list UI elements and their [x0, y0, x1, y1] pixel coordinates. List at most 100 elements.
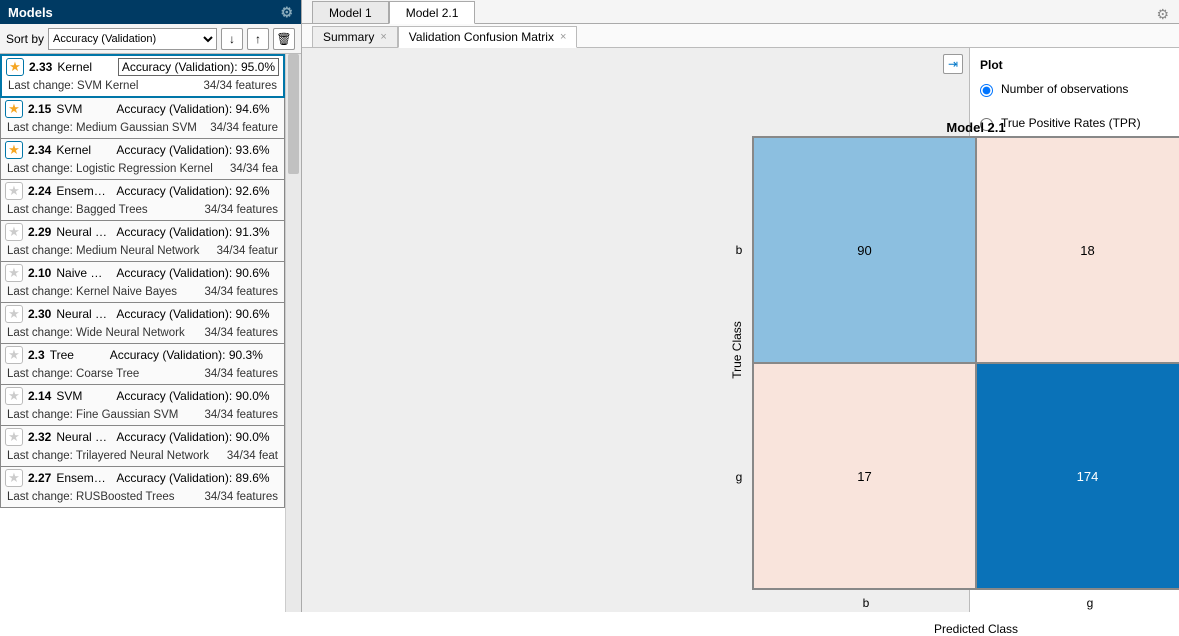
x-axis-label: Predicted Class — [752, 622, 1179, 636]
delete-button[interactable]: 🗑 — [273, 28, 295, 50]
model-item[interactable]: ★2.34KernelAccuracy (Validation): 93.6%L… — [0, 139, 285, 180]
chart-area: ⇥ Model 2.1 90 18 17 174 True Class Pred… — [302, 48, 969, 612]
model-id: 2.27 — [28, 471, 51, 485]
cm-cell-g-g: 174 — [976, 363, 1179, 589]
model-name: Ensem… — [56, 471, 111, 485]
model-accuracy: Accuracy (Validation): 91.3% — [116, 225, 280, 239]
model-name: SVM — [56, 102, 111, 116]
tab-model-2-1[interactable]: Model 2.1 — [389, 1, 476, 24]
model-features: 34/34 feat — [227, 450, 278, 462]
model-item[interactable]: ★2.30Neural …Accuracy (Validation): 90.6… — [0, 303, 285, 344]
confusion-matrix: 90 18 17 174 — [752, 136, 1179, 590]
model-name: Naive … — [56, 266, 111, 280]
cm-cell-b-b: 90 — [753, 137, 976, 363]
model-item[interactable]: ★2.14SVMAccuracy (Validation): 90.0%Last… — [0, 385, 285, 426]
model-features: 34/34 features — [204, 327, 278, 339]
model-features: 34/34 features — [204, 204, 278, 216]
model-id: 2.30 — [28, 307, 51, 321]
y-axis-label: True Class — [730, 321, 744, 379]
sidebar-header: Models ⚙ — [0, 0, 301, 24]
close-icon[interactable]: × — [380, 31, 386, 43]
star-icon[interactable]: ★ — [5, 182, 23, 200]
model-accuracy: Accuracy (Validation): 89.6% — [116, 471, 280, 485]
model-item[interactable]: ★2.33KernelAccuracy (Validation): 95.0%L… — [0, 54, 285, 98]
model-accuracy: Accuracy (Validation): 92.6% — [116, 184, 280, 198]
model-item[interactable]: ★ 2.27 Ensem… Accuracy (Validation): 89.6% L… — [0, 467, 285, 508]
star-icon[interactable]: ★ — [5, 346, 23, 364]
model-accuracy: Accuracy (Validation): 90.6% — [116, 307, 280, 321]
star-icon[interactable]: ★ — [6, 58, 24, 76]
gear-icon[interactable]: ⚙ — [1156, 6, 1169, 23]
model-item[interactable]: ★ 2.15 SVM Accuracy (Validation): 94.6% Last… — [0, 98, 285, 139]
sort-desc-button[interactable]: ↓ — [221, 28, 243, 50]
model-features: 34/34 features — [204, 286, 278, 298]
model-last-change: Last change: RUSBoosted Trees — [7, 491, 198, 503]
model-id: 2.33 — [29, 60, 52, 74]
model-features: 34/34 features — [203, 80, 277, 92]
star-icon[interactable]: ★ — [5, 469, 23, 487]
star-icon[interactable]: ★ — [5, 305, 23, 323]
model-last-change: Last change: Logistic Regression Kernel — [7, 163, 224, 175]
model-id: 2.29 — [28, 225, 51, 239]
scrollbar[interactable] — [285, 54, 301, 612]
model-features: 34/34 fea — [230, 163, 278, 175]
model-item[interactable]: ★2.24Ensem…Accuracy (Validation): 92.6%L… — [0, 180, 285, 221]
tab-model-1[interactable]: Model 1 — [312, 1, 389, 24]
cm-cell-b-g: 18 — [976, 137, 1179, 363]
model-item[interactable]: ★2.29Neural …Accuracy (Validation): 91.3… — [0, 221, 285, 262]
model-id: 2.24 — [28, 184, 51, 198]
model-id: 2.32 — [28, 430, 51, 444]
sort-label: Sort by — [6, 32, 44, 46]
model-last-change: Last change: Fine Gaussian SVM — [7, 409, 198, 421]
star-icon[interactable]: ★ — [5, 264, 23, 282]
model-id: 2.14 — [28, 389, 51, 403]
model-id: 2.10 — [28, 266, 51, 280]
model-accuracy: Accuracy (Validation): 90.3% — [110, 348, 280, 362]
model-id: 2.34 — [28, 143, 51, 157]
view-tabs: Summary× Validation Confusion Matrix× — [302, 24, 1179, 48]
model-id: 2.3 — [28, 348, 45, 362]
model-features: 34/34 features — [204, 368, 278, 380]
star-icon[interactable]: ★ — [5, 141, 23, 159]
model-id: 2.15 — [28, 102, 51, 116]
model-features: 34/34 features — [204, 409, 278, 421]
sort-asc-button[interactable]: ↑ — [247, 28, 269, 50]
chart-title: Model 2.1 — [752, 108, 1179, 135]
model-accuracy: Accuracy (Validation): 94.6% — [116, 102, 280, 116]
tab-summary[interactable]: Summary× — [312, 26, 398, 48]
model-last-change: Last change: Coarse Tree — [7, 368, 198, 380]
close-icon[interactable]: × — [560, 31, 566, 43]
sidebar-toolbar: Sort by Accuracy (Validation) ↓ ↑ 🗑 — [0, 24, 301, 54]
model-item[interactable]: ★2.32Neural …Accuracy (Validation): 90.0… — [0, 426, 285, 467]
star-icon[interactable]: ★ — [5, 428, 23, 446]
model-list: ★2.33KernelAccuracy (Validation): 95.0%L… — [0, 54, 301, 612]
content-area: ⇥ Model 2.1 90 18 17 174 True Class Pred… — [302, 48, 1179, 612]
star-icon[interactable]: ★ — [5, 100, 23, 118]
model-features: 34/34 features — [204, 491, 278, 503]
gear-icon[interactable]: ⚙ — [280, 4, 293, 21]
model-features: 34/34 feature — [210, 122, 278, 134]
model-name: Kernel — [56, 143, 111, 157]
main-area: Model 1 Model 2.1 ⚙ Summary× Validation … — [302, 0, 1179, 612]
model-item[interactable]: ★ 2.3 Tree Accuracy (Validation): 90.3% Last… — [0, 344, 285, 385]
sort-select[interactable]: Accuracy (Validation) — [48, 28, 217, 50]
cm-cell-g-b: 17 — [753, 363, 976, 589]
model-last-change: Last change: Medium Gaussian SVM — [7, 122, 204, 134]
y-tick-b: b — [732, 243, 746, 257]
model-name: Kernel — [57, 60, 112, 74]
expand-icon[interactable]: ⇥ — [943, 54, 963, 74]
model-accuracy: Accuracy (Validation): 90.6% — [116, 266, 280, 280]
scroll-thumb[interactable] — [288, 54, 299, 174]
model-last-change: Last change: Medium Neural Network — [7, 245, 211, 257]
model-name: Tree — [50, 348, 105, 362]
tab-confusion-matrix[interactable]: Validation Confusion Matrix× — [398, 26, 578, 48]
model-features: 34/34 featur — [217, 245, 278, 257]
star-icon[interactable]: ★ — [5, 223, 23, 241]
model-item[interactable]: ★ 2.10 Naive … Accuracy (Validation): 90.6%… — [0, 262, 285, 303]
y-tick-g: g — [732, 470, 746, 484]
model-last-change: Last change: Trilayered Neural Network — [7, 450, 221, 462]
model-tabs: Model 1 Model 2.1 ⚙ — [302, 0, 1179, 24]
x-tick-g: g — [1080, 596, 1100, 610]
x-tick-b: b — [856, 596, 876, 610]
star-icon[interactable]: ★ — [5, 387, 23, 405]
